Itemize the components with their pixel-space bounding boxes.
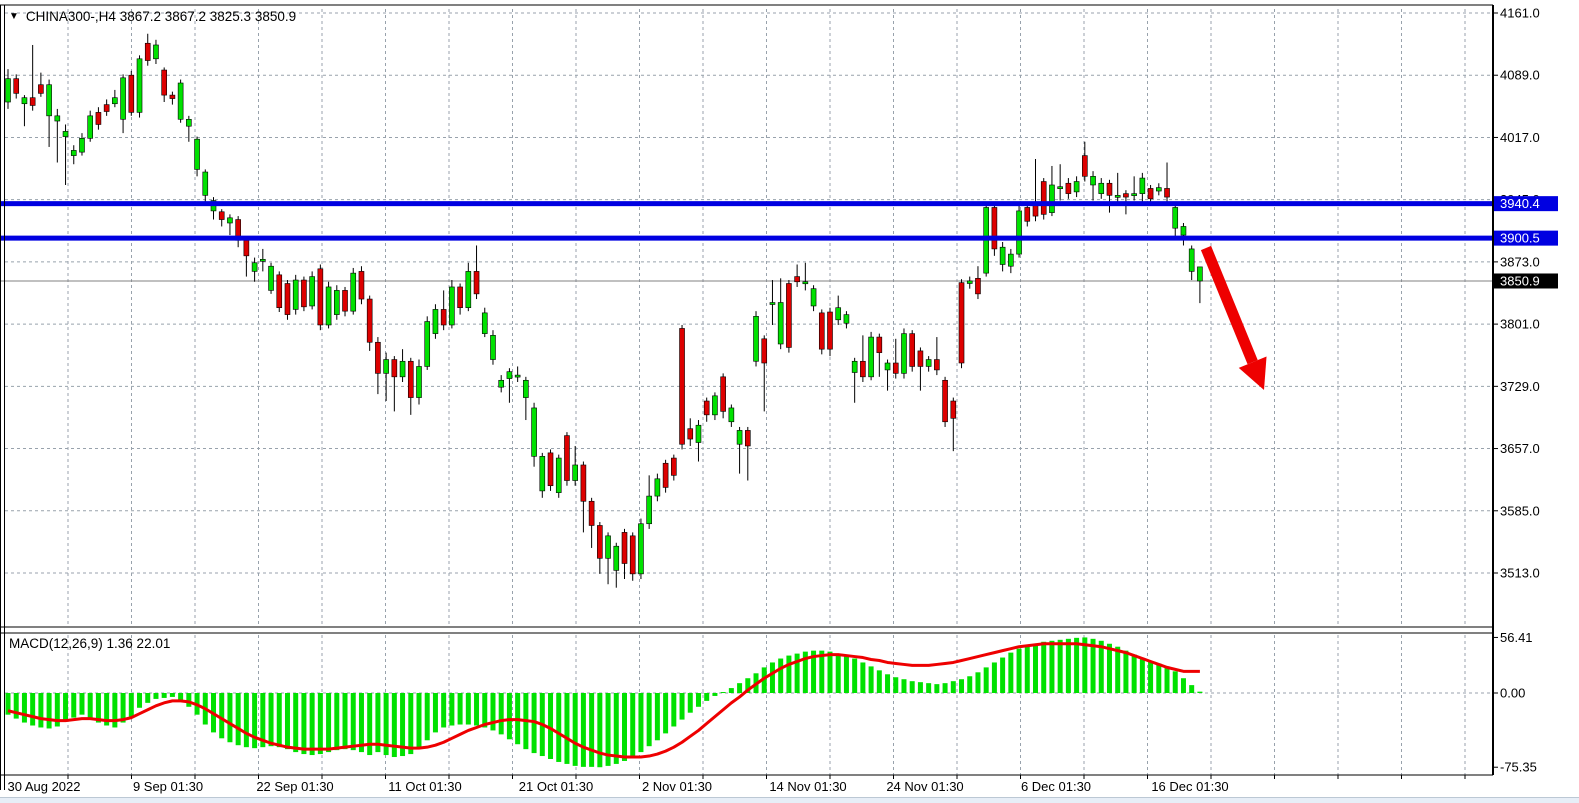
svg-text:3801.0: 3801.0 bbox=[1500, 317, 1540, 332]
svg-text:9 Sep 01:30: 9 Sep 01:30 bbox=[133, 779, 203, 794]
svg-text:21 Oct 01:30: 21 Oct 01:30 bbox=[519, 779, 593, 794]
chart-title-bar: ▼ CHINA300-,H4 3867.2 3867.2 3825.3 3850… bbox=[9, 9, 296, 24]
svg-text:56.41: 56.41 bbox=[1500, 630, 1533, 645]
candlesticks bbox=[6, 34, 1203, 588]
chart-canvas[interactable]: 4161.04089.04017.03945.03873.03801.03729… bbox=[0, 0, 1579, 803]
chart-window: ▼ CHINA300-,H4 3867.2 3867.2 3825.3 3850… bbox=[0, 0, 1579, 803]
svg-text:2 Nov 01:30: 2 Nov 01:30 bbox=[642, 779, 712, 794]
svg-text:22 Sep 01:30: 22 Sep 01:30 bbox=[256, 779, 333, 794]
svg-text:11 Oct 01:30: 11 Oct 01:30 bbox=[388, 779, 461, 794]
svg-text:14 Nov 01:30: 14 Nov 01:30 bbox=[769, 779, 846, 794]
svg-text:24 Nov 01:30: 24 Nov 01:30 bbox=[886, 779, 963, 794]
time-axis: 30 Aug 2022 9 Sep 01:30 22 Sep 01:30 11 Oct… bbox=[7, 775, 1465, 794]
window-bottom-strip bbox=[0, 797, 1579, 803]
svg-text:3729.0: 3729.0 bbox=[1500, 379, 1540, 394]
svg-text:30 Aug 2022: 30 Aug 2022 bbox=[7, 779, 80, 794]
svg-text:3940.4: 3940.4 bbox=[1500, 196, 1540, 211]
svg-text:4017.0: 4017.0 bbox=[1500, 130, 1540, 145]
support-line[interactable]: 3900.5 bbox=[0, 231, 1558, 246]
gridlines bbox=[5, 9, 1492, 775]
svg-text:3873.0: 3873.0 bbox=[1500, 254, 1540, 269]
last-price-label: 3850.9 bbox=[1494, 273, 1558, 288]
svg-text:4089.0: 4089.0 bbox=[1500, 68, 1540, 83]
svg-text:0.00: 0.00 bbox=[1500, 686, 1525, 701]
svg-text:3900.5: 3900.5 bbox=[1500, 231, 1540, 246]
macd-indicator-label: MACD(12,26,9) 1.36 22.01 bbox=[9, 636, 170, 651]
svg-text:3657.0: 3657.0 bbox=[1500, 441, 1540, 456]
svg-text:-75.35: -75.35 bbox=[1500, 760, 1537, 775]
svg-text:3513.0: 3513.0 bbox=[1500, 566, 1540, 581]
panel-borders bbox=[0, 5, 1493, 790]
chart-title: CHINA300-,H4 3867.2 3867.2 3825.3 3850.9 bbox=[26, 9, 296, 24]
svg-text:3585.0: 3585.0 bbox=[1500, 503, 1540, 518]
resistance-line[interactable]: 3940.4 bbox=[0, 196, 1558, 211]
sell-arrow-annotation[interactable] bbox=[1206, 248, 1267, 390]
svg-text:6 Dec 01:30: 6 Dec 01:30 bbox=[1021, 779, 1091, 794]
macd-axis-labels: 56.41 0.00 -75.35 bbox=[1493, 630, 1537, 775]
symbol-dropdown-icon[interactable]: ▼ bbox=[9, 12, 19, 22]
svg-text:4161.0: 4161.0 bbox=[1500, 6, 1540, 21]
svg-text:3850.9: 3850.9 bbox=[1500, 273, 1540, 288]
svg-text:16 Dec 01:30: 16 Dec 01:30 bbox=[1151, 779, 1228, 794]
price-axis-labels: 4161.04089.04017.03945.03873.03801.03729… bbox=[1493, 6, 1540, 581]
